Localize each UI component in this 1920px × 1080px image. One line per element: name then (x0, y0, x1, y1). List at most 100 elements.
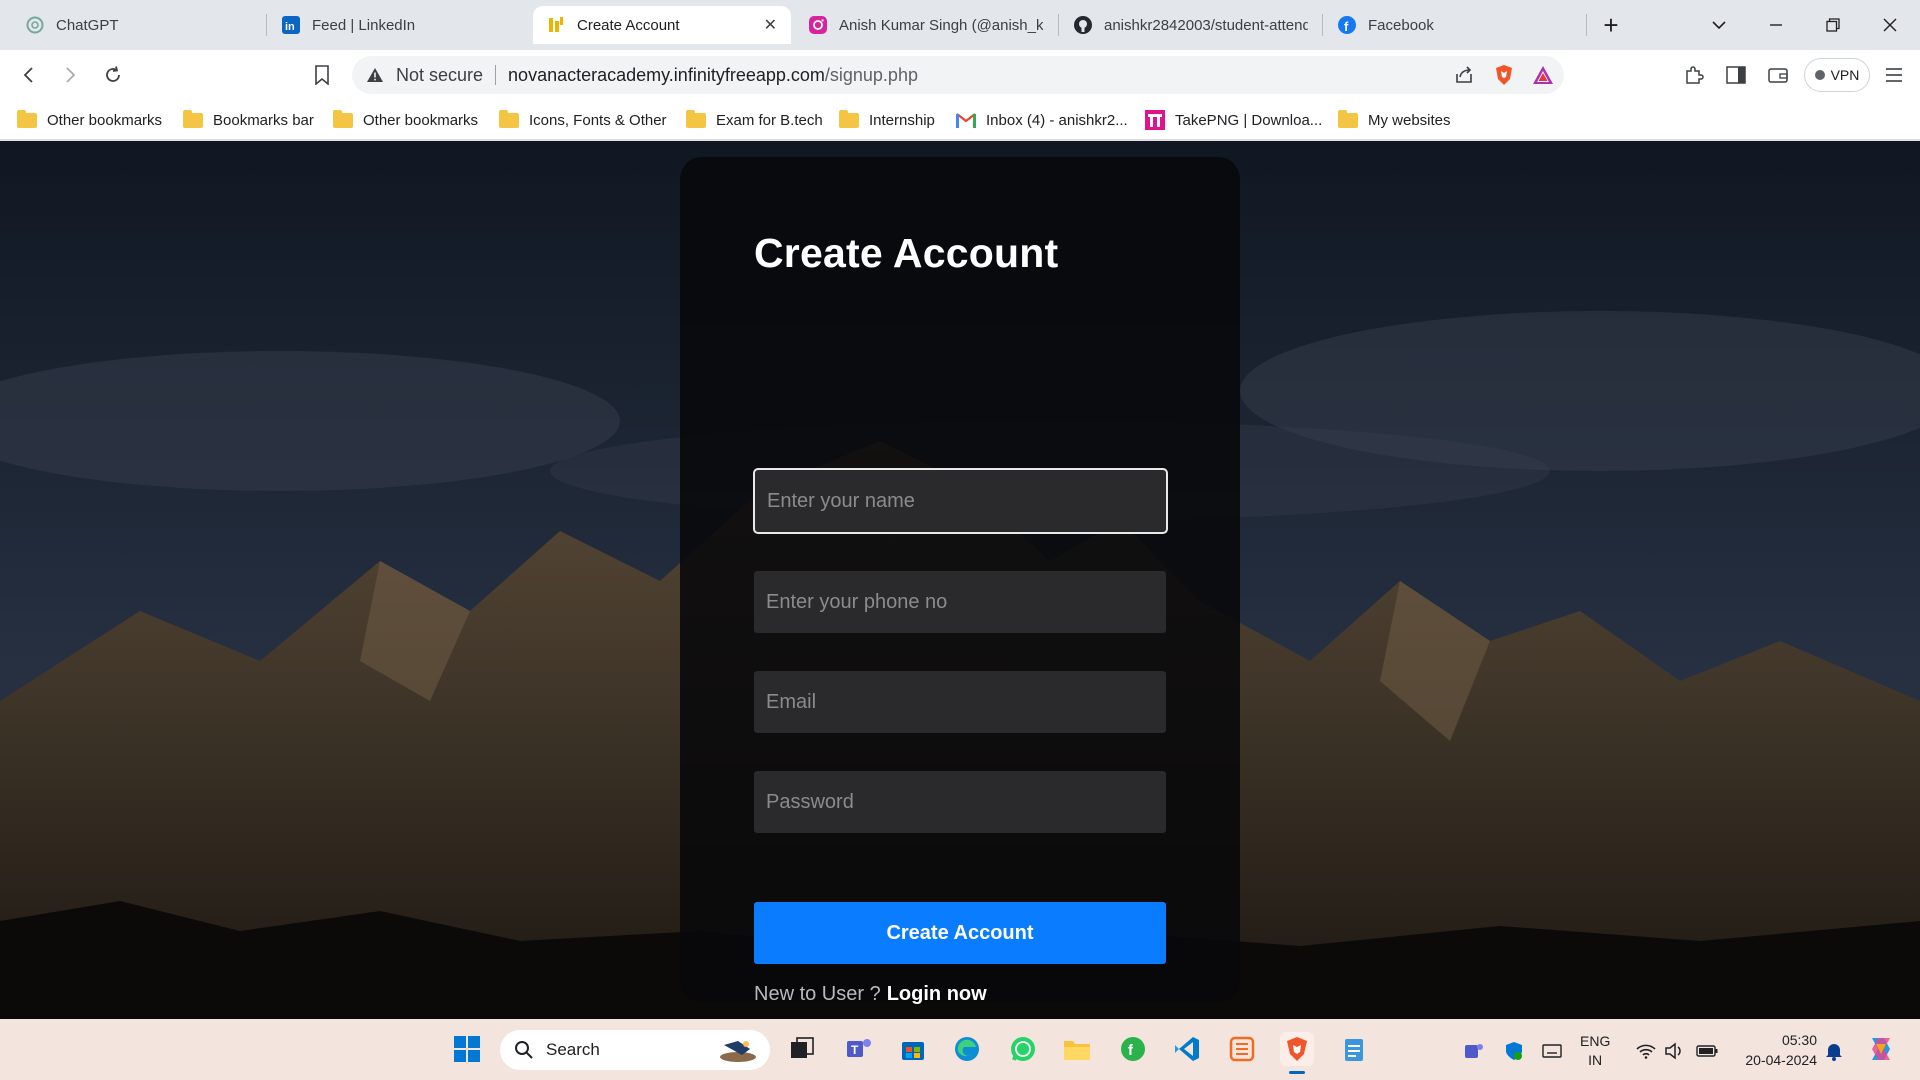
svg-text:T: T (851, 1043, 859, 1057)
clock-date: 20-04-2024 (1745, 1052, 1817, 1068)
taskbar: Search T f ENG IN 05:30 20-04-2024 (0, 1019, 1920, 1080)
security-label[interactable]: Not secure (396, 65, 483, 86)
bookmark-folder[interactable]: Icons, Fonts & Other (499, 108, 667, 132)
bookmark-takepng[interactable]: TakePNG | Downloa... (1145, 108, 1322, 132)
bookmark-label: Inbox (4) - anishkr2... (986, 111, 1128, 129)
security-shield-icon[interactable] (1502, 1039, 1526, 1063)
feedly-icon[interactable]: f (1116, 1032, 1150, 1066)
bookmark-gmail[interactable]: Inbox (4) - anishkr2... (956, 108, 1128, 132)
tab-divider (1058, 14, 1059, 36)
brave-rewards-icon[interactable] (1532, 65, 1554, 85)
tab-title: anishkr2842003/student-attend (1104, 16, 1308, 34)
instagram-icon (809, 16, 827, 34)
folder-icon (839, 109, 859, 128)
file-explorer-icon[interactable] (1060, 1032, 1094, 1066)
teams-icon[interactable]: T (842, 1032, 876, 1066)
address-bar[interactable]: Not secure novanacteracademy.infinityfre… (352, 56, 1564, 94)
bookmark-label: Exam for B.tech (716, 111, 823, 129)
login-link[interactable]: Login now (887, 983, 987, 1005)
password-input[interactable] (754, 771, 1166, 833)
warning-icon[interactable] (366, 67, 384, 83)
sidebar-toggle-icon[interactable] (1722, 61, 1750, 89)
brave-shield-icon[interactable] (1494, 64, 1514, 86)
battery-icon[interactable] (1695, 1039, 1719, 1063)
bookmark-folder[interactable]: Internship (839, 108, 935, 132)
tab-divider (1586, 14, 1587, 36)
restore-icon[interactable] (1810, 6, 1856, 44)
wallet-icon[interactable] (1764, 61, 1792, 89)
new-tab-plus-icon[interactable]: + (1588, 6, 1634, 44)
region-code: IN (1588, 1052, 1603, 1068)
task-view-icon[interactable] (785, 1032, 819, 1066)
input-language[interactable]: ENG IN (1580, 1032, 1610, 1070)
forward-arrow-icon[interactable] (54, 59, 86, 91)
notepad-icon[interactable] (1337, 1032, 1371, 1066)
minimize-icon[interactable] (1753, 6, 1799, 44)
create-account-button[interactable]: Create Account (754, 902, 1166, 964)
login-prompt-text: New to User ? (754, 983, 881, 1005)
email-input[interactable] (754, 671, 1166, 733)
wifi-icon[interactable] (1634, 1039, 1658, 1063)
login-prompt: New to User ? Login now (754, 983, 987, 1006)
taskbar-search[interactable]: Search (500, 1030, 770, 1070)
tab-title: Facebook (1368, 16, 1434, 34)
bookmark-folder[interactable]: Exam for B.tech (686, 108, 823, 132)
microsoft-store-icon[interactable] (896, 1032, 930, 1066)
keyboard-icon[interactable] (1540, 1039, 1564, 1063)
edge-icon[interactable] (950, 1032, 984, 1066)
tab-divider (266, 14, 267, 36)
bookmark-label: Bookmarks bar (213, 111, 314, 129)
bookmark-folder[interactable]: Other bookmarks (333, 108, 478, 132)
bookmark-label: Icons, Fonts & Other (529, 111, 667, 129)
signup-card: Create Account Create Account New to Use… (680, 157, 1240, 1006)
tab-chatgpt[interactable]: ChatGPT (12, 6, 264, 44)
tab-search-chevron-icon[interactable] (1696, 6, 1742, 44)
site-favicon (547, 16, 565, 34)
vpn-button[interactable]: VPN (1804, 58, 1870, 92)
bookmark-folder[interactable]: Other bookmarks (17, 108, 162, 132)
bookmark-folder[interactable]: Bookmarks bar (183, 108, 314, 132)
bookmark-label: Other bookmarks (47, 111, 163, 129)
bookmark-icon[interactable] (306, 59, 338, 91)
name-input[interactable] (753, 468, 1168, 534)
bookmark-label: Internship (869, 111, 935, 129)
extensions-puzzle-icon[interactable] (1680, 61, 1708, 89)
whatsapp-icon[interactable] (1006, 1032, 1040, 1066)
system-clock[interactable]: 05:30 20-04-2024 (1735, 1030, 1817, 1070)
menu-hamburger-icon[interactable] (1880, 61, 1908, 89)
back-arrow-icon[interactable] (13, 59, 45, 91)
folder-icon (333, 109, 353, 128)
notification-bell-icon[interactable] (1822, 1039, 1846, 1063)
page-title: Create Account (754, 230, 1059, 276)
tab-facebook[interactable]: f Facebook (1324, 6, 1586, 44)
linkedin-icon: in (282, 16, 300, 34)
reload-icon[interactable] (97, 59, 129, 91)
tab-linkedin[interactable]: in Feed | LinkedIn (268, 6, 532, 44)
brave-browser-icon[interactable] (1280, 1032, 1314, 1074)
gmail-icon (956, 112, 976, 128)
svg-text:f: f (1344, 19, 1349, 34)
address-divider (495, 65, 497, 85)
window-close-icon[interactable] (1867, 6, 1913, 44)
teams-tray-icon[interactable] (1462, 1039, 1486, 1063)
folder-icon (499, 109, 519, 128)
bookmarks-bar: Other bookmarks Bookmarks bar Other book… (0, 100, 1920, 140)
close-tab-icon[interactable]: ✕ (764, 15, 777, 35)
active-app-indicator (1289, 1071, 1305, 1074)
search-highlight-icon (718, 1035, 758, 1065)
phone-input[interactable] (754, 571, 1166, 633)
tab-divider (1322, 14, 1323, 36)
tab-create-account[interactable]: Create Account ✕ (533, 6, 791, 44)
vscode-icon[interactable] (1170, 1032, 1204, 1066)
tab-strip: ChatGPT in Feed | LinkedIn Create Accoun… (0, 0, 1920, 50)
tab-github[interactable]: anishkr2842003/student-attend (1060, 6, 1322, 44)
tab-instagram[interactable]: Anish Kumar Singh (@anish_ku (795, 6, 1057, 44)
takepng-icon (1145, 110, 1165, 130)
volume-icon[interactable] (1662, 1039, 1686, 1063)
windows-start-icon[interactable] (450, 1032, 484, 1066)
search-label: Search (546, 1040, 600, 1059)
share-icon[interactable] (1454, 65, 1474, 85)
bookmark-folder[interactable]: My websites (1338, 108, 1451, 132)
sublime-box-icon[interactable] (1225, 1032, 1259, 1066)
copilot-icon[interactable] (1865, 1033, 1897, 1065)
